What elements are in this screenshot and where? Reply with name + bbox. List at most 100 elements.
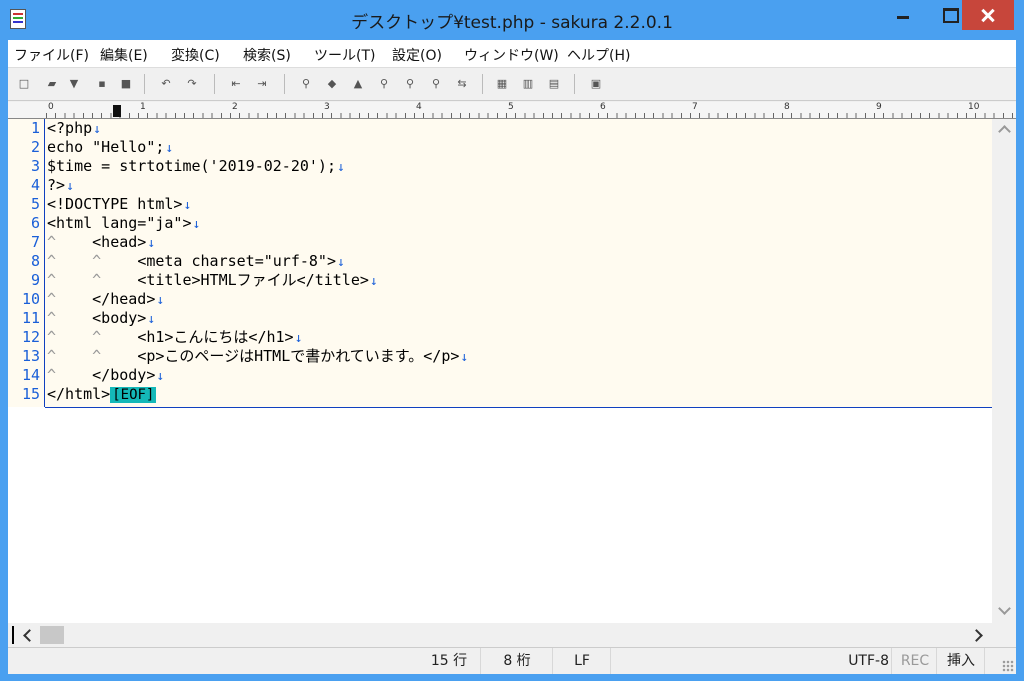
code-text: echo "Hello"; bbox=[47, 138, 165, 156]
menu-convert[interactable]: 変換(C) bbox=[171, 45, 220, 65]
scroll-right-icon[interactable] bbox=[972, 629, 984, 641]
vertical-scrollbar[interactable] bbox=[992, 119, 1016, 623]
column-ruler[interactable]: 0 1 2 3 4 5 6 7 8 9 10 bbox=[8, 102, 1016, 119]
minimize-button[interactable] bbox=[880, 0, 926, 30]
save-as-icon[interactable]: ■ bbox=[118, 76, 134, 92]
status-line-ending[interactable]: LF bbox=[554, 648, 611, 674]
scroll-left-icon[interactable] bbox=[22, 629, 34, 641]
line-number: 7 bbox=[30, 233, 40, 251]
line-number: 9 bbox=[30, 271, 40, 289]
menu-help[interactable]: ヘルプ(H) bbox=[567, 45, 630, 65]
code-text: <title>HTMLファイル</title> bbox=[137, 271, 369, 289]
line-feed-icon: ↓ bbox=[66, 179, 74, 194]
line-number: 4 bbox=[30, 176, 40, 194]
search-prev-icon[interactable]: ◆ bbox=[324, 76, 340, 92]
title-bar[interactable]: デスクトップ¥test.php - sakura 2.2.0.1 bbox=[0, 0, 1024, 40]
line-feed-icon: ↓ bbox=[336, 160, 345, 175]
code-line[interactable]: ^ ^ <h1>こんにちは</h1>↓ bbox=[47, 328, 302, 348]
editor-area[interactable]: 1 2 3 4 5 6 7 8 9 10 11 12 13 14 15 <?ph… bbox=[8, 119, 992, 623]
code-line[interactable]: <!DOCTYPE html>↓ bbox=[47, 195, 191, 215]
search-icon[interactable]: ⚲ bbox=[298, 76, 314, 92]
line-number-gutter[interactable]: 1 2 3 4 5 6 7 8 9 10 11 12 13 14 15 bbox=[8, 119, 45, 407]
scroll-up-icon[interactable] bbox=[997, 124, 1011, 136]
redo-icon[interactable]: ↷ bbox=[184, 76, 200, 92]
code-line[interactable]: ^ </body>↓ bbox=[47, 366, 164, 386]
line-feed-icon: ↓ bbox=[93, 122, 101, 137]
undo-icon[interactable]: ↶ bbox=[158, 76, 174, 92]
code-text-area[interactable]: <?php↓ echo "Hello";↓ $time = strtotime(… bbox=[45, 119, 992, 408]
code-line[interactable]: ^ <head>↓ bbox=[47, 233, 155, 253]
menu-file[interactable]: ファイル(F) bbox=[14, 45, 89, 65]
code-line[interactable]: ^ ^ <p>このページはHTMLで書かれています。</p>↓ bbox=[47, 347, 468, 367]
menu-settings[interactable]: 設定(O) bbox=[392, 45, 442, 65]
grep-icon[interactable]: ⚲ bbox=[428, 76, 444, 92]
compare-icon[interactable]: ▥ bbox=[520, 76, 536, 92]
code-text: $time = strtotime('2019-02-20'); bbox=[47, 157, 336, 175]
app-window: デスクトップ¥test.php - sakura 2.2.0.1 ファイル(F)… bbox=[0, 0, 1024, 681]
ruler-label: 4 bbox=[416, 102, 422, 112]
line-number: 8 bbox=[30, 252, 40, 270]
move-forward-icon[interactable]: ⇥ bbox=[254, 76, 270, 92]
code-line[interactable]: ^ <body>↓ bbox=[47, 309, 155, 329]
menu-window[interactable]: ウィンドウ(W) bbox=[464, 45, 559, 65]
ruler-label: 5 bbox=[508, 102, 514, 112]
ruler-label: 7 bbox=[692, 102, 698, 112]
scroll-down-icon[interactable] bbox=[997, 606, 1011, 618]
code-line[interactable]: ^ ^ <title>HTMLファイル</title>↓ bbox=[47, 271, 378, 291]
code-line[interactable]: ^ ^ <meta charset="urf-8">↓ bbox=[47, 252, 345, 272]
tag-jump-icon[interactable]: ▤ bbox=[546, 76, 562, 92]
ruler-label: 3 bbox=[324, 102, 330, 112]
line-feed-icon: ↓ bbox=[183, 198, 192, 213]
line-feed-icon: ↓ bbox=[460, 350, 469, 365]
status-insert-mode: 挿入 bbox=[938, 648, 985, 674]
tab-icon: ^ bbox=[47, 271, 57, 289]
status-rec: REC bbox=[894, 648, 937, 674]
line-number: 14 bbox=[21, 366, 40, 384]
ruler-ticks bbox=[46, 113, 1016, 118]
line-feed-icon: ↓ bbox=[294, 331, 303, 346]
menu-edit[interactable]: 編集(E) bbox=[100, 45, 148, 65]
tab-icon: ^ bbox=[47, 328, 57, 346]
code-line[interactable]: $time = strtotime('2019-02-20');↓ bbox=[47, 157, 345, 177]
scroll-thumb[interactable] bbox=[40, 626, 64, 644]
close-button[interactable] bbox=[962, 0, 1014, 30]
outline-icon[interactable]: ▦ bbox=[494, 76, 510, 92]
jump-icon[interactable]: ⇆ bbox=[454, 76, 470, 92]
open-folder-icon[interactable]: ▰ bbox=[44, 76, 60, 92]
menu-tools[interactable]: ツール(T) bbox=[314, 45, 375, 65]
ruler-label: 10 bbox=[968, 102, 980, 112]
move-back-icon[interactable]: ⇤ bbox=[228, 76, 244, 92]
line-number: 15 bbox=[21, 385, 40, 403]
code-text: <head> bbox=[92, 233, 147, 251]
code-line[interactable]: </html> [EOF] bbox=[47, 385, 157, 405]
resize-grip-icon[interactable] bbox=[1002, 660, 1014, 672]
clear-mark-icon[interactable]: ⚲ bbox=[402, 76, 418, 92]
menu-search[interactable]: 検索(S) bbox=[243, 45, 291, 65]
split-handle[interactable] bbox=[12, 626, 14, 644]
menu-bar: ファイル(F) 編集(E) 変換(C) 検索(S) ツール(T) 設定(O) ウ… bbox=[8, 40, 1016, 68]
line-feed-icon: ↓ bbox=[337, 255, 345, 270]
code-line[interactable]: <html lang="ja">↓ bbox=[47, 214, 200, 234]
status-encoding[interactable]: UTF-8 bbox=[612, 648, 892, 674]
code-line[interactable]: ^ </head>↓ bbox=[47, 290, 164, 310]
save-icon[interactable]: ▪ bbox=[94, 76, 110, 92]
ruler-label: 2 bbox=[232, 102, 238, 112]
code-text: <?php bbox=[47, 119, 93, 137]
line-number: 5 bbox=[30, 195, 40, 213]
code-text: <meta charset="urf-8"> bbox=[137, 252, 336, 270]
line-feed-icon: ↓ bbox=[192, 217, 201, 232]
open-dropdown-icon[interactable]: ▼ bbox=[66, 76, 82, 92]
new-file-icon[interactable]: □ bbox=[16, 76, 32, 92]
code-line[interactable]: ?>↓ bbox=[47, 176, 74, 196]
code-line[interactable]: <?php↓ bbox=[47, 119, 101, 139]
settings-list-icon[interactable]: ▣ bbox=[588, 76, 604, 92]
line-feed-icon: ↓ bbox=[156, 293, 165, 308]
replace-icon[interactable]: ⚲ bbox=[376, 76, 392, 92]
horizontal-scrollbar[interactable] bbox=[8, 623, 1016, 647]
code-line[interactable]: echo "Hello";↓ bbox=[47, 138, 173, 158]
line-number: 2 bbox=[30, 138, 40, 156]
status-bar: 15 行 8 桁 LF UTF-8 REC 挿入 bbox=[8, 647, 1016, 674]
line-feed-icon: ↓ bbox=[147, 312, 156, 327]
line-number: 1 bbox=[30, 119, 40, 137]
search-next-icon[interactable]: ▲ bbox=[350, 76, 366, 92]
